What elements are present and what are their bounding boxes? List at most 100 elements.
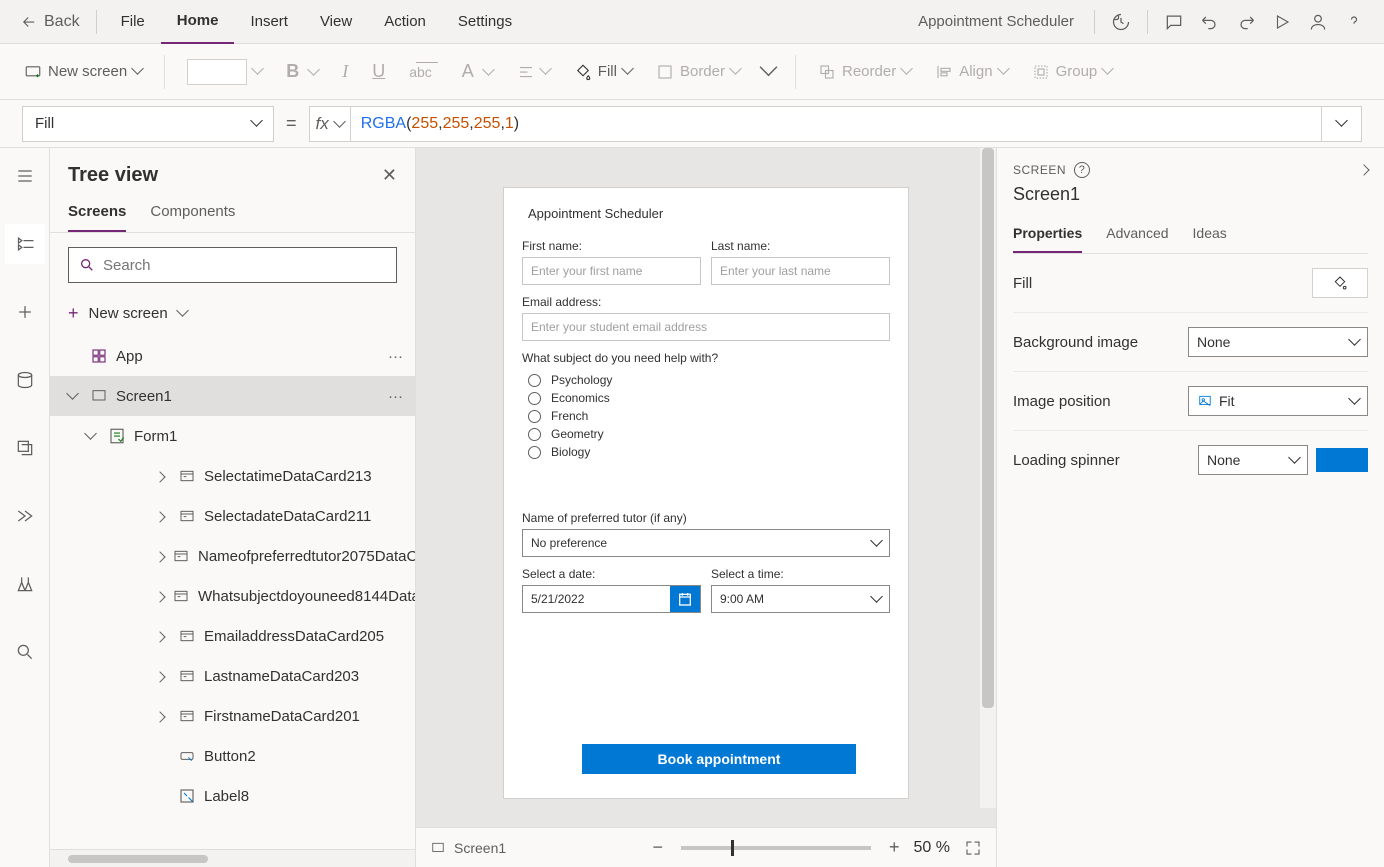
menu-settings[interactable]: Settings: [442, 0, 528, 44]
rail-search[interactable]: [5, 632, 45, 672]
prop-bgimage-select[interactable]: None: [1188, 327, 1368, 357]
tree-chevron[interactable]: [156, 468, 170, 485]
reorder-button[interactable]: Reorder: [808, 57, 921, 87]
ribbon-chevron[interactable]: [754, 57, 783, 86]
tree-item[interactable]: EmailaddressDataCard205: [50, 616, 415, 656]
subject-radio-item[interactable]: Psychology: [522, 371, 890, 389]
menu-insert[interactable]: Insert: [234, 0, 304, 44]
date-picker[interactable]: 5/21/2022: [522, 585, 701, 613]
canvas-vscroll-thumb[interactable]: [982, 148, 994, 708]
comments-icon[interactable]: [1156, 4, 1192, 40]
props-tab-ideas[interactable]: Ideas: [1193, 219, 1227, 253]
tree-item[interactable]: Label8: [50, 776, 415, 816]
subject-radio-item[interactable]: Geometry: [522, 425, 890, 443]
tree-item[interactable]: Whatsubjectdoyouneed8144DataCar: [50, 576, 415, 616]
canvas-vscrollbar[interactable]: [980, 148, 996, 808]
border-button[interactable]: Border: [646, 57, 750, 87]
align-controls-button[interactable]: Align: [925, 57, 1017, 87]
share-icon[interactable]: [1300, 4, 1336, 40]
tutor-select[interactable]: No preference: [522, 529, 890, 557]
redo-icon[interactable]: [1228, 4, 1264, 40]
app-preview-frame[interactable]: Appointment Scheduler First name: Last n…: [504, 188, 908, 798]
tree-item-more[interactable]: ···: [388, 348, 403, 365]
fit-screen-button[interactable]: [964, 839, 982, 857]
prop-imgpos-select[interactable]: Fit: [1188, 386, 1368, 416]
props-help-icon[interactable]: ?: [1074, 162, 1090, 178]
tree-item-more[interactable]: ···: [388, 388, 403, 405]
props-tab-properties[interactable]: Properties: [1013, 219, 1082, 253]
subject-radio-item[interactable]: Biology: [522, 443, 890, 461]
fill-button[interactable]: Fill: [564, 57, 642, 87]
preview-icon[interactable]: [1264, 4, 1300, 40]
rail-tools[interactable]: [5, 564, 45, 604]
menu-file[interactable]: File: [105, 0, 161, 44]
rail-media[interactable]: [5, 428, 45, 468]
tree-item[interactable]: LastnameDataCard203: [50, 656, 415, 696]
last-name-input[interactable]: [711, 257, 890, 285]
rail-treeview[interactable]: [5, 224, 45, 264]
prop-fill-swatch[interactable]: [1312, 268, 1368, 298]
subject-radio-item[interactable]: French: [522, 407, 890, 425]
rail-data[interactable]: [5, 360, 45, 400]
strikethrough-button[interactable]: abc: [399, 58, 448, 86]
tree-item[interactable]: SelectatimeDataCard213: [50, 456, 415, 496]
zoom-in-button[interactable]: +: [889, 837, 900, 858]
tree-chevron[interactable]: [86, 428, 100, 445]
tree-chevron[interactable]: [156, 508, 170, 525]
tree-chevron[interactable]: [156, 548, 164, 565]
tree-chevron[interactable]: [156, 668, 170, 685]
tree-item[interactable]: Screen1···: [50, 376, 415, 416]
tree-close-button[interactable]: ✕: [382, 165, 397, 186]
bold-button[interactable]: B: [276, 55, 328, 88]
tree-chevron[interactable]: [156, 628, 170, 645]
tree-chevron[interactable]: [156, 708, 170, 725]
group-button[interactable]: Group: [1022, 57, 1123, 87]
tree-item[interactable]: Form1: [50, 416, 415, 456]
tree-hscroll-thumb[interactable]: [68, 855, 208, 863]
rail-insert[interactable]: [5, 292, 45, 332]
email-input[interactable]: [522, 313, 890, 341]
theme-picker[interactable]: [177, 53, 272, 91]
tree-chevron[interactable]: [68, 388, 82, 405]
new-screen-button[interactable]: New screen: [14, 57, 152, 87]
undo-icon[interactable]: [1192, 4, 1228, 40]
tree-item[interactable]: Button2: [50, 736, 415, 776]
menu-home[interactable]: Home: [161, 0, 235, 44]
tree-search-box[interactable]: [68, 247, 397, 283]
props-expand-icon[interactable]: [1360, 163, 1368, 177]
subject-radio-item[interactable]: Economics: [522, 389, 890, 407]
zoom-slider[interactable]: [681, 846, 871, 850]
first-name-input[interactable]: [522, 257, 701, 285]
back-button[interactable]: Back: [12, 13, 88, 31]
align-button[interactable]: [507, 57, 560, 87]
underline-button[interactable]: U: [362, 55, 395, 88]
tree-item[interactable]: SelectadateDataCard211: [50, 496, 415, 536]
help-icon[interactable]: [1336, 4, 1372, 40]
font-color-button[interactable]: A: [452, 55, 503, 88]
tree-tab-screens[interactable]: Screens: [68, 195, 126, 232]
zoom-slider-thumb[interactable]: [731, 840, 734, 856]
tree-hscroll[interactable]: [50, 849, 415, 867]
calendar-icon[interactable]: [670, 586, 700, 612]
rail-hamburger[interactable]: [5, 156, 45, 196]
tree-item[interactable]: App···: [50, 336, 415, 376]
new-screen-link[interactable]: + New screen: [50, 297, 415, 336]
fx-button[interactable]: fx: [309, 106, 351, 142]
props-tab-advanced[interactable]: Advanced: [1106, 219, 1168, 253]
tree-chevron[interactable]: [156, 588, 164, 605]
menu-action[interactable]: Action: [368, 0, 442, 44]
property-selector[interactable]: Fill: [22, 106, 274, 142]
italic-button[interactable]: I: [332, 55, 358, 88]
canvas-viewport[interactable]: Appointment Scheduler First name: Last n…: [416, 148, 996, 827]
tree-item[interactable]: FirstnameDataCard201: [50, 696, 415, 736]
formula-expand-button[interactable]: [1322, 106, 1362, 142]
tree-search-input[interactable]: [103, 257, 386, 274]
book-appointment-button[interactable]: Book appointment: [582, 744, 856, 774]
time-select[interactable]: 9:00 AM: [711, 585, 890, 613]
tree-tab-components[interactable]: Components: [150, 195, 235, 232]
app-checker-icon[interactable]: [1103, 4, 1139, 40]
prop-spinner-color[interactable]: [1316, 448, 1368, 472]
formula-input[interactable]: RGBA(255, 255, 255, 1): [351, 106, 1322, 142]
prop-spinner-select[interactable]: None: [1198, 445, 1308, 475]
rail-flows[interactable]: [5, 496, 45, 536]
